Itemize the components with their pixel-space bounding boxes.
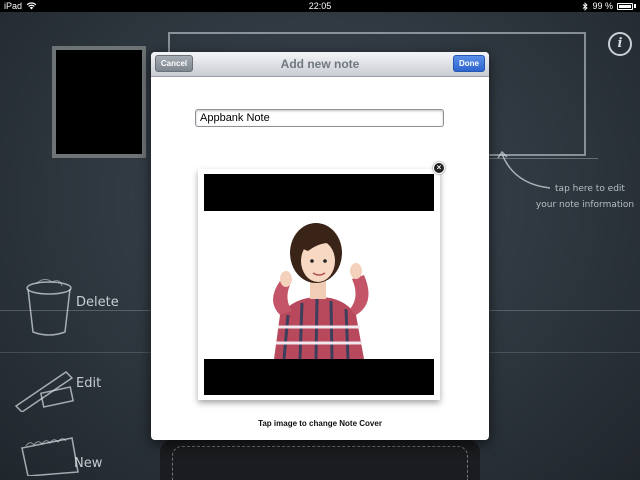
note-title-input[interactable] (195, 109, 444, 127)
done-button[interactable]: Done (453, 55, 485, 72)
hint-text-line1: tap here to edit (555, 184, 625, 194)
bluetooth-icon (583, 1, 589, 11)
battery-tip (634, 4, 636, 8)
edit-label[interactable]: Edit (76, 376, 101, 391)
sofa-decoration (160, 440, 480, 480)
note-cover-image[interactable] (198, 169, 440, 400)
cancel-button[interactable]: Cancel (155, 55, 193, 72)
new-label[interactable]: New (74, 456, 102, 471)
remove-cover-close-icon[interactable]: × (433, 162, 445, 174)
person-photo (204, 211, 434, 359)
sofa-stitching (172, 446, 468, 480)
notepad-icon[interactable] (18, 432, 82, 476)
cover-black-band-top (204, 174, 434, 211)
battery-icon (617, 2, 633, 10)
current-note-cover[interactable] (52, 46, 146, 158)
pencil-eraser-icon[interactable] (12, 366, 82, 412)
cover-black-band-bottom (204, 359, 434, 395)
clock: 22:05 (308, 1, 332, 11)
cover-caption: Tap image to change Note Cover (258, 419, 382, 428)
trash-can-icon[interactable] (22, 274, 76, 338)
hint-text-line2: your note information (535, 200, 635, 210)
status-bar: iPad 22:05 99 % (0, 0, 640, 12)
dialog-title: Add new note (280, 57, 360, 71)
dialog-navigation-bar: Add new note Cancel Done (151, 52, 489, 77)
info-icon[interactable]: i (608, 32, 632, 56)
add-note-dialog: Add new note Cancel Done Appbank Note × … (151, 52, 489, 440)
delete-label[interactable]: Delete (76, 295, 119, 310)
battery-percent: 99 % (592, 1, 613, 11)
cover-photo[interactable] (204, 211, 434, 359)
